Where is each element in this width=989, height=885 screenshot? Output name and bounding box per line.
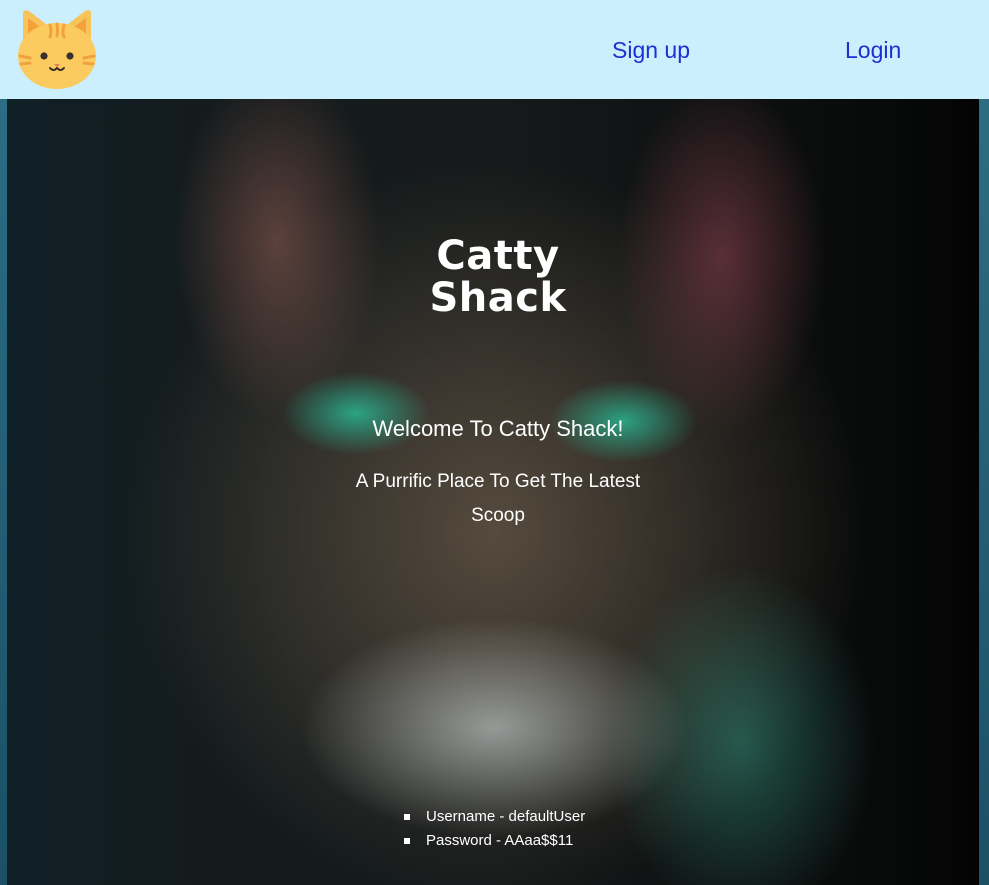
brand-line-2: Shack <box>429 275 567 321</box>
square-bullet-icon <box>404 838 410 844</box>
square-bullet-icon <box>404 814 410 820</box>
hero-section: Catty Shack Welcome To Catty Shack! A Pu… <box>0 99 989 885</box>
top-navbar: Sign up Login <box>0 0 989 99</box>
welcome-heading: Welcome To Catty Shack! <box>372 416 624 441</box>
password-hint: Password - AAaa$$11 <box>426 832 574 849</box>
login-link[interactable]: Login <box>845 36 901 64</box>
hero-right-edge <box>979 99 989 885</box>
username-hint: Username - defaultUser <box>426 808 586 825</box>
list-item: Username - defaultUser <box>404 805 585 829</box>
brand-logo-text: Catty Shack <box>390 235 606 319</box>
list-item: Password - AAaa$$11 <box>404 829 585 853</box>
demo-credentials-list: Username - defaultUser Password - AAaa$$… <box>404 805 585 853</box>
cat-face-icon[interactable] <box>17 8 97 90</box>
signup-link[interactable]: Sign up <box>612 36 690 64</box>
brand-line-1: Catty <box>436 233 560 279</box>
hero-left-edge <box>0 99 7 885</box>
tagline-text: A Purrific Place To Get The Latest Scoop <box>355 471 641 526</box>
